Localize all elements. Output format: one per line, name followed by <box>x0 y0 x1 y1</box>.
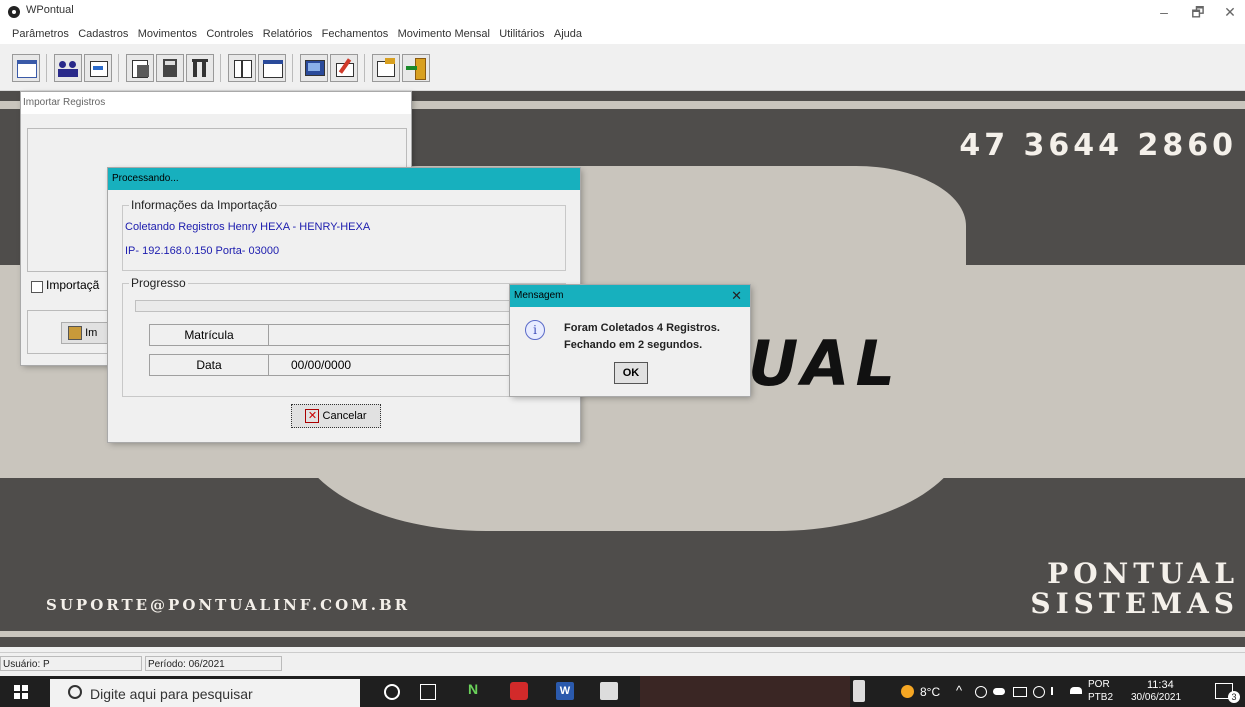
progress-legend: Progresso <box>129 276 188 290</box>
import-button-label: Im <box>85 327 98 339</box>
data-value: 00/00/0000 <box>268 354 538 376</box>
word-icon[interactable]: W <box>556 682 574 700</box>
tray-icons[interactable] <box>975 686 1065 698</box>
menu-relatorios[interactable]: Relatórios <box>260 22 316 40</box>
search-icon <box>68 685 82 699</box>
taskbar-thumbnail <box>640 676 850 707</box>
data-label: Data <box>149 354 269 376</box>
brand-large-text: UAL <box>748 327 902 400</box>
message-line1: Foram Coletados 4 Registros. <box>564 322 720 334</box>
phone-number: 47 3644 2860 <box>959 128 1237 163</box>
matricula-value <box>268 324 538 346</box>
status-period: Período: 06/2021 <box>145 656 282 671</box>
close-window-button[interactable]: ✕ <box>1212 2 1245 22</box>
import-info-group: Informações da Importação Coletando Regi… <box>122 198 566 271</box>
minimize-button[interactable]: – <box>1146 2 1182 22</box>
maximize-button[interactable]: 🗗 <box>1180 2 1216 22</box>
exit-icon[interactable] <box>402 54 430 82</box>
cancel-button[interactable]: ✕ Cancelar <box>291 404 381 428</box>
users-icon[interactable] <box>54 54 82 82</box>
search-placeholder: Digite aqui para pesquisar <box>90 686 253 702</box>
status-bar: Usuário: P Período: 06/2021 <box>0 652 1245 677</box>
title-bar: WPontual – 🗗 ✕ <box>0 0 1245 22</box>
message-dialog: Mensagem ✕ i Foram Coletados 4 Registros… <box>510 285 750 396</box>
toolbar <box>0 44 1245 91</box>
weather-temp: 8°C <box>920 685 941 699</box>
info-icon: i <box>525 320 545 340</box>
toolbar-separator <box>46 54 47 82</box>
menu-ajuda[interactable]: Ajuda <box>551 22 585 40</box>
start-button[interactable] <box>14 685 28 699</box>
menu-movimento-mensal[interactable]: Movimento Mensal <box>395 22 493 40</box>
banner-stripe <box>0 631 1245 637</box>
menu-bar: Parâmetros Cadastros Movimentos Controle… <box>0 22 1245 44</box>
language-indicator[interactable]: POR <box>1088 679 1110 690</box>
cloud-icon <box>1070 687 1082 694</box>
toolbar-separator <box>364 54 365 82</box>
progress-group: Progresso Matrícula Data 00/00/0000 <box>122 276 566 397</box>
taskbar-search-box[interactable]: Digite aqui para pesquisar <box>50 679 360 707</box>
matricula-label: Matrícula <box>149 324 269 346</box>
keyboard-layout[interactable]: PTB2 <box>1088 692 1113 703</box>
cortana-icon[interactable] <box>384 684 400 700</box>
toolbar-separator <box>118 54 119 82</box>
processing-title: Processando... <box>108 168 580 190</box>
message-title: Mensagem <box>510 285 750 307</box>
cancel-label: Cancelar <box>322 410 367 422</box>
menu-parametros[interactable]: Parâmetros <box>9 22 72 40</box>
menu-utilitarios[interactable]: Utilitários <box>496 22 547 40</box>
calculator-icon[interactable] <box>156 54 184 82</box>
menu-cadastros[interactable]: Cadastros <box>75 22 131 40</box>
brand-name-line1: PONTUAL <box>1047 557 1239 590</box>
status-user: Usuário: P <box>0 656 142 671</box>
export-icon[interactable] <box>372 54 400 82</box>
calendar-icon[interactable] <box>12 54 40 82</box>
support-email: SUPORTE@PONTUALINF.COM.BR <box>46 596 411 614</box>
ok-button[interactable]: OK <box>614 362 648 384</box>
report-icon[interactable] <box>126 54 154 82</box>
message-close-button[interactable]: ✕ <box>731 288 742 304</box>
wpontual-taskbar-icon[interactable] <box>600 682 618 700</box>
cancel-icon: ✕ <box>305 409 320 424</box>
brand-name-line2: SISTEMAS <box>1030 587 1239 620</box>
weather-icon <box>901 685 914 698</box>
menu-fechamentos[interactable]: Fechamentos <box>319 22 392 40</box>
columns-icon[interactable] <box>228 54 256 82</box>
import-info-device: Coletando Registros Henry HEXA - HENRY-H… <box>125 221 371 233</box>
app-icon <box>8 6 20 18</box>
screen-icon[interactable] <box>300 54 328 82</box>
import-checkbox[interactable] <box>31 281 43 293</box>
import-checkbox-label: Importaçã <box>46 278 100 292</box>
menu-controles[interactable]: Controles <box>203 22 256 40</box>
app-ne-icon[interactable]: N <box>468 681 488 701</box>
edit-icon[interactable] <box>330 54 358 82</box>
form-icon[interactable] <box>84 54 112 82</box>
import-info-legend: Informações da Importação <box>129 198 280 212</box>
menu-movimentos[interactable]: Movimentos <box>135 22 200 40</box>
import-icon <box>68 326 82 341</box>
window-title: WPontual <box>26 4 74 16</box>
tools-icon[interactable] <box>186 54 214 82</box>
scroll-widget[interactable] <box>853 680 865 702</box>
import-window-title: Importar Registros <box>21 92 411 114</box>
toolbar-separator <box>292 54 293 82</box>
import-info-address: IP- 192.168.0.150 Porta- 03000 <box>125 245 280 257</box>
message-line2: Fechando em 2 segundos. <box>564 339 703 351</box>
toolbar-separator <box>220 54 221 82</box>
pdf-icon[interactable] <box>510 682 528 700</box>
clock-date[interactable]: 30/06/2021 <box>1131 692 1181 703</box>
window-icon[interactable] <box>258 54 286 82</box>
notification-badge: 3 <box>1228 691 1240 703</box>
chevron-up-icon[interactable]: ^ <box>956 683 962 698</box>
task-view-icon[interactable] <box>420 684 436 700</box>
progress-bar <box>135 300 557 312</box>
clock-time[interactable]: 11:34 <box>1147 679 1174 691</box>
